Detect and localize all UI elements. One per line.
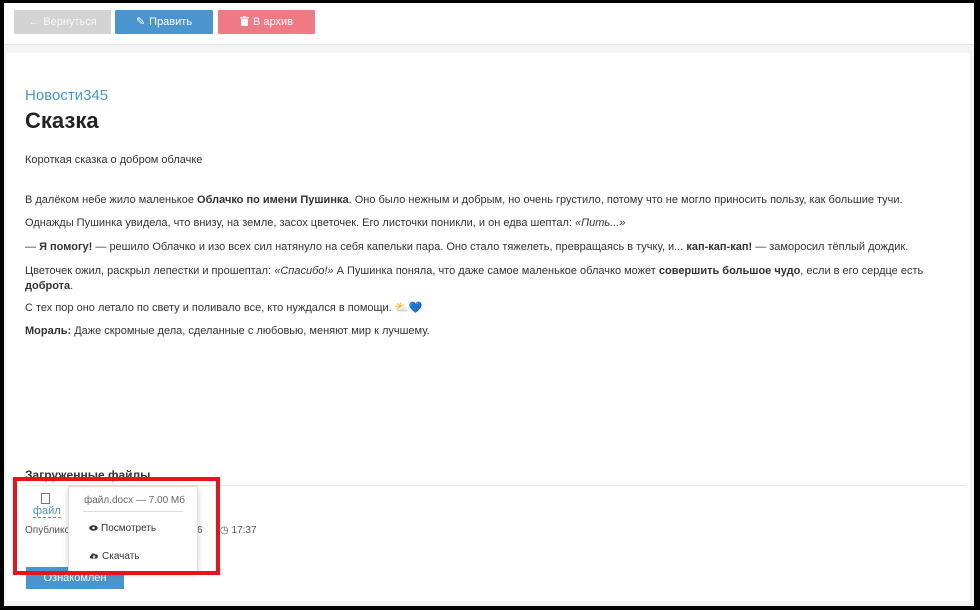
edit-button[interactable]: ✎ Править <box>115 10 213 34</box>
text: Даже скромные дела, сделанные с любовью,… <box>71 325 430 337</box>
italic-text: «Пить...» <box>575 217 626 229</box>
article-category-link[interactable]: Новости345 <box>25 87 108 104</box>
bold-text: доброта <box>25 280 71 292</box>
text: Цветочек ожил, раскрыл лепестки и прошеп… <box>25 265 275 277</box>
bold-text: Мораль: <box>25 325 72 337</box>
story-moral: Мораль: Даже скромные дела, сделанные с … <box>25 324 925 339</box>
archive-button-label: В архив <box>253 16 293 28</box>
story-paragraph-4: Цветочек ожил, раскрыл лепестки и прошеп… <box>25 264 925 294</box>
published-time: ◷ 17:37 <box>220 525 257 536</box>
text: — заморосил тёплый дождик. <box>752 241 909 253</box>
highlight-annotation-box <box>13 477 220 575</box>
pencil-icon: ✎ <box>135 15 146 28</box>
text: В далёком небе жило маленькое <box>25 194 198 206</box>
text: С тех пор оно летало по свету и поливало… <box>25 302 395 314</box>
text: А Пушинка поняла, что даже самое маленьк… <box>333 265 659 277</box>
toolbar: ← Вернуться ✎ Править В архив <box>4 3 974 45</box>
clock-icon: ◷ <box>220 525 229 536</box>
article-subtitle: Короткая сказка о добром облачке <box>25 154 203 166</box>
bold-text: Облачко по имени Пушинка <box>197 194 349 206</box>
text: Однажды Пушинка увидела, что внизу, на з… <box>25 217 576 229</box>
italic-text: «Спасибо!» <box>274 265 334 277</box>
text: . <box>70 280 74 292</box>
arrow-left-icon: ← <box>28 15 40 28</box>
text: — решило Облачко и изо всех сил натянуло… <box>92 241 687 253</box>
story-paragraph-5: С тех пор оно летало по свету и поливало… <box>25 301 925 316</box>
story-paragraph-1: В далёком небе жило маленькое Облачко по… <box>25 193 925 208</box>
text: . Оно было нежным и добрым, но очень гру… <box>348 194 903 206</box>
back-button[interactable]: ← Вернуться <box>14 10 111 34</box>
time-text: 17:37 <box>231 525 257 536</box>
text: — <box>25 241 40 253</box>
bold-text: Я помогу! <box>39 241 93 253</box>
text: , если в его сердце есть <box>800 265 924 277</box>
back-button-label: Вернуться <box>43 16 97 28</box>
cloud-heart-emoji: ⛅💙 <box>394 302 423 314</box>
bold-text: совершить большое чудо <box>658 265 801 277</box>
archive-button[interactable]: В архив <box>218 10 315 34</box>
story-paragraph-3: — Я помогу! — решило Облачко и изо всех … <box>25 240 925 255</box>
bold-text: кап-кап-кап! <box>686 241 753 253</box>
story-paragraph-2: Однажды Пушинка увидела, что внизу, на з… <box>25 216 925 231</box>
page-title: Сказка <box>25 108 99 133</box>
trash-icon <box>240 15 249 29</box>
edit-button-label: Править <box>149 16 193 28</box>
